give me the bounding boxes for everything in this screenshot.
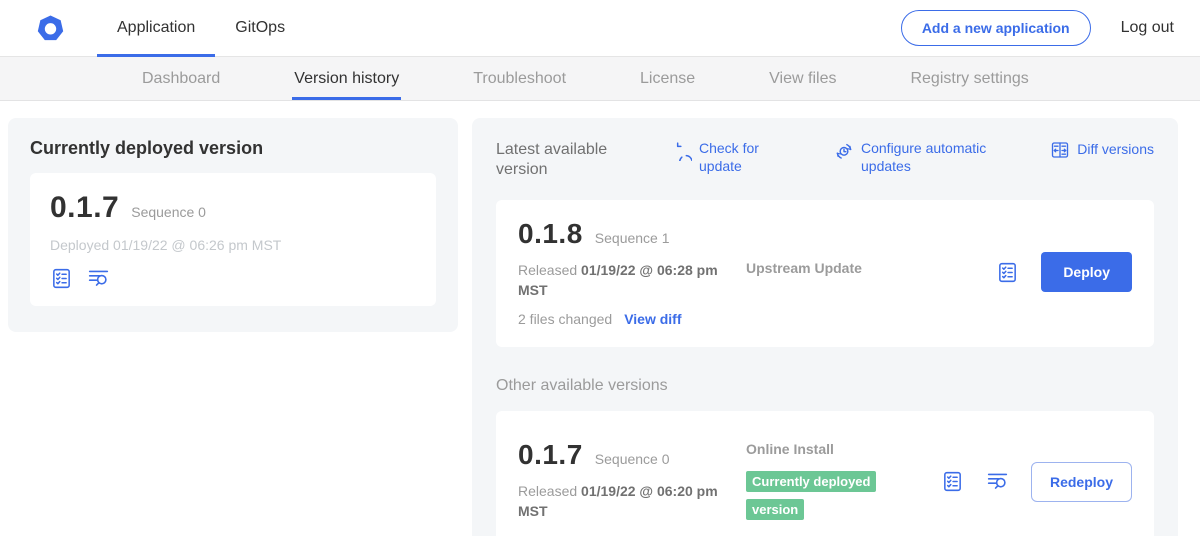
other-sequence: Sequence 0 (595, 451, 670, 467)
subnav-view-files-label: View files (769, 70, 836, 88)
version-line: 0.1.7 Sequence 0 (50, 191, 416, 225)
other-versions-title: Other available versions (496, 377, 1154, 395)
top-navbar: Application GitOps Add a new application… (0, 0, 1200, 57)
preflight-checklist-icon[interactable] (996, 261, 1019, 284)
subnav-troubleshoot-label: Troubleshoot (473, 70, 566, 88)
app-logo-icon[interactable] (36, 14, 65, 43)
diff-versions-icon (1050, 140, 1070, 160)
status-badge-wrap: Currently deployed version (746, 468, 918, 524)
currently-deployed-panel: Currently deployed version 0.1.7 Sequenc… (8, 118, 458, 332)
available-versions-panel: Latest available version Check for updat… (472, 118, 1178, 536)
deployed-timestamp: Deployed 01/19/22 @ 06:26 pm MST (50, 237, 416, 253)
files-changed-row: 2 files changed View diff (518, 311, 746, 327)
tab-gitops[interactable]: GitOps (215, 0, 305, 56)
view-diff-link[interactable]: View diff (624, 311, 681, 327)
subnav-dashboard-label: Dashboard (142, 70, 220, 88)
file-diff-search-icon[interactable] (87, 267, 110, 290)
version-history-content: Currently deployed version 0.1.7 Sequenc… (0, 101, 1200, 536)
check-for-update-label: Check for update (699, 140, 782, 175)
file-diff-search-icon[interactable] (986, 470, 1009, 493)
subnav-item-version-history[interactable]: Version history (292, 57, 401, 100)
other-version-source: Online Install Currently deployed versio… (746, 429, 941, 536)
deployed-version-number: 0.1.7 (50, 191, 119, 225)
add-new-application-button[interactable]: Add a new application (901, 10, 1091, 46)
deployed-sequence: Sequence 0 (131, 204, 206, 220)
subnav-item-dashboard[interactable]: Dashboard (140, 57, 222, 100)
latest-version-info: 0.1.8 Sequence 1 Released 01/19/22 @ 06:… (518, 218, 746, 327)
released-label: Released (518, 262, 581, 278)
redeploy-button[interactable]: Redeploy (1031, 462, 1132, 502)
online-install-label: Online Install (746, 441, 834, 457)
tab-application-label: Application (117, 19, 195, 37)
currently-deployed-badge: Currently deployed version (746, 471, 876, 520)
logout-link[interactable]: Log out (1121, 19, 1174, 37)
header-actions: Check for update Configure automat (672, 140, 1154, 175)
subnav-registry-settings-label: Registry settings (910, 70, 1028, 88)
deploy-button[interactable]: Deploy (1041, 252, 1132, 292)
other-version-info: 0.1.7 Sequence 0 Released 01/19/22 @ 06:… (518, 429, 746, 536)
topnav-right: Add a new application Log out (901, 10, 1174, 46)
other-released-timestamp: Released 01/19/22 @ 06:20 pm MST (518, 481, 730, 522)
latest-version-number: 0.1.8 (518, 218, 583, 250)
scheduled-update-icon (834, 141, 854, 161)
subnav-license-label: License (640, 70, 695, 88)
currently-deployed-card: 0.1.7 Sequence 0 Deployed 01/19/22 @ 06:… (30, 173, 436, 306)
tab-application[interactable]: Application (97, 0, 215, 56)
latest-version-header: Latest available version Check for updat… (496, 140, 1154, 180)
preflight-checklist-icon[interactable] (50, 267, 73, 290)
subnav-item-registry-settings[interactable]: Registry settings (908, 57, 1030, 100)
files-changed-count: 2 files changed (518, 311, 612, 327)
app-subnav: Dashboard Version history Troubleshoot L… (0, 57, 1200, 101)
latest-version-source: Upstream Update (746, 218, 996, 327)
subnav-item-troubleshoot[interactable]: Troubleshoot (471, 57, 568, 100)
other-version-number: 0.1.7 (518, 439, 583, 471)
subnav-item-view-files[interactable]: View files (767, 57, 838, 100)
configure-automatic-updates-link[interactable]: Configure automatic updates (834, 140, 1004, 175)
other-version-card: 0.1.7 Sequence 0 Released 01/19/22 @ 06:… (496, 411, 1154, 536)
latest-version-card: 0.1.8 Sequence 1 Released 01/19/22 @ 06:… (496, 200, 1154, 347)
latest-released-timestamp: Released 01/19/22 @ 06:28 pm MST (518, 260, 730, 301)
check-for-update-link[interactable]: Check for update (672, 140, 782, 175)
preflight-checklist-icon[interactable] (941, 470, 964, 493)
top-tabs: Application GitOps (97, 0, 305, 56)
tab-gitops-label: GitOps (235, 19, 285, 37)
currently-deployed-title: Currently deployed version (30, 138, 436, 159)
latest-available-title: Latest available version (496, 140, 628, 180)
refresh-icon (672, 141, 692, 161)
diff-versions-link[interactable]: Diff versions (1050, 140, 1154, 160)
upstream-update-label: Upstream Update (746, 260, 862, 276)
latest-sequence: Sequence 1 (595, 230, 670, 246)
diff-versions-label: Diff versions (1077, 141, 1154, 159)
other-version-actions: Redeploy (941, 429, 1132, 536)
subnav-version-history-label: Version history (294, 70, 399, 88)
released-label: Released (518, 483, 581, 499)
subnav-item-license[interactable]: License (638, 57, 697, 100)
latest-version-actions: Deploy (996, 218, 1132, 327)
configure-automatic-updates-label: Configure automatic updates (861, 140, 1004, 175)
deployed-card-actions (50, 267, 416, 290)
